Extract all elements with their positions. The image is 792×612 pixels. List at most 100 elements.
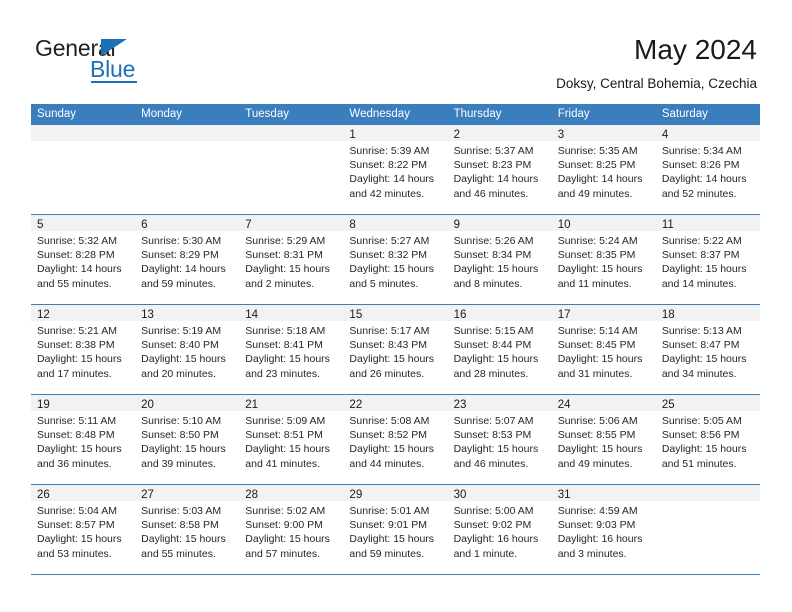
day-number-band: 30 [447,485,552,501]
sunset-text: Sunset: 8:53 PM [453,429,532,442]
day-cell[interactable]: 14 Sunrise: 5:18 AM Sunset: 8:41 PM Dayligh… [239,305,344,394]
daylight-text-line2: and 55 minutes. [37,277,112,290]
daylight-text-line1: Daylight: 16 hours [453,533,539,546]
day-cell[interactable]: 9 Sunrise: 5:26 AM Sunset: 8:34 PM Daylight… [447,215,552,304]
sunset-text: Sunset: 8:50 PM [141,429,219,442]
day-cell[interactable]: 16 Sunrise: 5:15 AM Sunset: 8:44 PM Dayligh… [447,305,552,394]
day-details: Sunrise: 5:30 AM Sunset: 8:29 PM Daylight:… [135,231,239,291]
sunset-text: Sunset: 8:25 PM [557,159,636,172]
day-cell[interactable]: 31 Sunrise: 4:59 AM Sunset: 9:03 PM Dayligh… [551,485,656,574]
day-details: Sunrise: 5:18 AM Sunset: 8:41 PM Daylight:… [239,321,343,381]
sunrise-text: Sunrise: 5:09 AM [245,415,326,427]
day-details: Sunrise: 5:14 AM Sunset: 8:45 PM Daylight:… [552,321,656,381]
day-cell[interactable]: 1 Sunrise: 5:39 AM Sunset: 8:22 PM Daylight… [343,125,448,214]
day-cell-empty [31,125,136,214]
day-cell[interactable]: 21 Sunrise: 5:09 AM Sunset: 8:51 PM Dayligh… [239,395,344,484]
sunrise-text: Sunrise: 5:21 AM [37,325,117,337]
daylight-text-line1: Daylight: 15 hours [37,533,122,546]
day-number-band: 29 [343,485,448,501]
day-number: 28 [245,489,259,501]
day-cell[interactable]: 20 Sunrise: 5:10 AM Sunset: 8:50 PM Dayligh… [135,395,240,484]
sunset-text: Sunset: 8:47 PM [661,339,740,352]
sunrise-text: Sunrise: 5:03 AM [141,505,222,517]
day-cell[interactable]: 17 Sunrise: 5:14 AM Sunset: 8:45 PM Dayligh… [551,305,656,394]
day-cell[interactable]: 29 Sunrise: 5:01 AM Sunset: 9:01 PM Dayligh… [343,485,448,574]
sunset-text: Sunset: 8:57 PM [37,519,115,532]
week-row: 12 Sunrise: 5:21 AM Sunset: 8:38 PM Dayligh… [31,305,760,395]
day-cell[interactable]: 28 Sunrise: 5:02 AM Sunset: 9:00 PM Dayligh… [239,485,344,574]
day-cell[interactable]: 12 Sunrise: 5:21 AM Sunset: 8:38 PM Dayligh… [31,305,136,394]
day-number-band: 14 [239,305,344,321]
day-cell[interactable]: 8 Sunrise: 5:27 AM Sunset: 8:32 PM Daylight… [343,215,448,304]
day-cell[interactable]: 6 Sunrise: 5:30 AM Sunset: 8:29 PM Daylight… [135,215,240,304]
day-number: 5 [37,219,44,231]
day-cell[interactable]: 13 Sunrise: 5:19 AM Sunset: 8:40 PM Dayligh… [135,305,240,394]
day-number: 6 [141,219,148,231]
daylight-text-line2: and 57 minutes. [245,547,320,560]
day-details: Sunrise: 4:59 AM Sunset: 9:03 PM Daylight:… [552,501,656,561]
day-details: Sunrise: 5:11 AM Sunset: 8:48 PM Daylight:… [31,411,135,471]
sunrise-text: Sunrise: 5:02 AM [245,505,326,517]
day-number-band: 24 [551,395,656,411]
daylight-text-line2: and 2 minutes. [245,277,315,290]
day-cell[interactable]: 24 Sunrise: 5:06 AM Sunset: 8:55 PM Dayligh… [551,395,656,484]
day-cell[interactable]: 10 Sunrise: 5:24 AM Sunset: 8:35 PM Dayligh… [551,215,656,304]
sunset-text: Sunset: 8:58 PM [141,519,219,532]
logo-underline [91,81,137,83]
day-number: 7 [245,219,252,231]
daylight-text-line2: and 46 minutes. [453,457,529,470]
daylight-text-line1: Daylight: 15 hours [557,443,643,456]
day-cell[interactable]: 25 Sunrise: 5:05 AM Sunset: 8:56 PM Dayligh… [655,395,760,484]
daylight-text-line1: Daylight: 15 hours [557,263,643,276]
sunset-text: Sunset: 9:03 PM [557,519,636,532]
sunrise-text: Sunrise: 5:18 AM [245,325,326,337]
day-cell[interactable]: 4 Sunrise: 5:34 AM Sunset: 8:26 PM Daylight… [655,125,760,214]
day-cell[interactable]: 2 Sunrise: 5:37 AM Sunset: 8:23 PM Daylight… [447,125,552,214]
daylight-text-line1: Daylight: 15 hours [453,353,539,366]
day-number-band: 6 [135,215,240,231]
sunset-text: Sunset: 8:31 PM [245,249,323,262]
daylight-text-line2: and 39 minutes. [141,457,216,470]
day-details: Sunrise: 5:01 AM Sunset: 9:01 PM Daylight:… [343,501,447,561]
day-cell[interactable]: 3 Sunrise: 5:35 AM Sunset: 8:25 PM Daylight… [551,125,656,214]
daylight-text-line1: Daylight: 15 hours [245,533,330,546]
day-number-band: 27 [135,485,240,501]
day-details: Sunrise: 5:13 AM Sunset: 8:47 PM Daylight:… [656,321,760,381]
day-number-band: 12 [31,305,136,321]
sunrise-text: Sunrise: 5:32 AM [37,235,117,247]
sunrise-text: Sunrise: 5:11 AM [37,415,117,427]
day-cell[interactable]: 18 Sunrise: 5:13 AM Sunset: 8:47 PM Dayligh… [655,305,760,394]
day-number-band: 3 [551,125,656,141]
day-cell[interactable]: 5 Sunrise: 5:32 AM Sunset: 8:28 PM Daylight… [31,215,136,304]
day-number-band: 11 [655,215,760,231]
calendar-page: General Blue May 2024 Doksy, Central Boh… [0,0,792,612]
day-cell-empty [655,485,760,574]
day-details: Sunrise: 5:19 AM Sunset: 8:40 PM Daylight:… [135,321,239,381]
day-cell[interactable]: 19 Sunrise: 5:11 AM Sunset: 8:48 PM Dayligh… [31,395,136,484]
day-details: Sunrise: 5:24 AM Sunset: 8:35 PM Daylight:… [552,231,656,291]
daylight-text-line1: Daylight: 15 hours [661,353,747,366]
weekday-header-sunday: Sunday [37,108,77,120]
logo-text-blue: Blue [90,56,136,82]
day-cell[interactable]: 15 Sunrise: 5:17 AM Sunset: 8:43 PM Dayligh… [343,305,448,394]
sunrise-text: Sunrise: 5:07 AM [453,415,534,427]
day-cell[interactable]: 7 Sunrise: 5:29 AM Sunset: 8:31 PM Daylight… [239,215,344,304]
day-cell[interactable]: 11 Sunrise: 5:22 AM Sunset: 8:37 PM Dayligh… [655,215,760,304]
daylight-text-line2: and 34 minutes. [661,367,737,380]
day-number: 10 [557,219,571,231]
day-cell[interactable]: 22 Sunrise: 5:08 AM Sunset: 8:52 PM Dayligh… [343,395,448,484]
sunrise-text: Sunrise: 5:01 AM [349,505,430,517]
day-cell[interactable]: 23 Sunrise: 5:07 AM Sunset: 8:53 PM Dayligh… [447,395,552,484]
day-number: 9 [453,219,460,231]
day-number: 13 [141,309,154,321]
day-cell[interactable]: 30 Sunrise: 5:00 AM Sunset: 9:02 PM Dayligh… [447,485,552,574]
day-cell[interactable]: 27 Sunrise: 5:03 AM Sunset: 8:58 PM Dayligh… [135,485,240,574]
day-cell[interactable]: 26 Sunrise: 5:04 AM Sunset: 8:57 PM Dayligh… [31,485,136,574]
sunset-text: Sunset: 8:51 PM [245,429,323,442]
general-blue-logo: General Blue [35,36,155,84]
daylight-text-line1: Daylight: 15 hours [245,263,330,276]
sunrise-text: Sunrise: 5:35 AM [557,145,638,157]
daylight-text-line2: and 49 minutes. [557,457,633,470]
weekday-header-friday: Friday [557,108,590,120]
sunset-text: Sunset: 8:28 PM [37,249,115,262]
